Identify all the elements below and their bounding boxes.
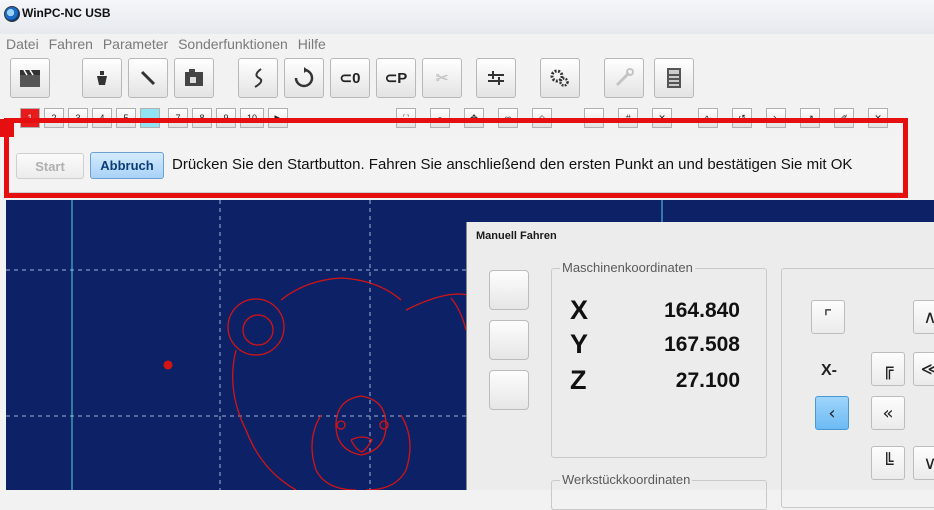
layer-5-button[interactable]: 5 (116, 108, 136, 128)
window-title: WinPC-NC USB (22, 6, 111, 20)
axis-x-label: X (570, 295, 589, 325)
side-button-1[interactable] (489, 270, 529, 310)
fit-view-icon[interactable]: ⛶ (396, 108, 416, 128)
layer-9-button[interactable]: 9 (216, 108, 236, 128)
machine-coords-label: Maschinenkoordinaten (560, 260, 695, 275)
abort-button[interactable]: Abbruch (90, 152, 164, 179)
instruction-text: Drücken Sie den Startbutton. Fahren Sie … (172, 156, 853, 173)
app-logo-icon (4, 6, 20, 22)
x-coordinate: 164.840 (664, 299, 740, 322)
layer-2-button[interactable]: 2 (44, 108, 64, 128)
dim-tool-icon[interactable]: ✕ (868, 108, 888, 128)
manual-move-panel: Manuell Fahren Maschinenkoordinaten X 16… (466, 222, 934, 510)
z-coordinate: 27.100 (675, 369, 740, 392)
down-arrow-icon[interactable]: ↘ (766, 108, 786, 128)
pencil-icon[interactable]: ✐ (834, 108, 854, 128)
machine-coords-group: Maschinenkoordinaten X 164.840 Y 167.508… (551, 260, 767, 458)
secondary-toolbar: 1 2 3 4 5 7 8 9 10 ▶ ⛶ ⌕ ✥ ∞ ◇ ▬ # ✕ ∿ ↺… (6, 108, 934, 130)
cut-icon[interactable]: ✕ (652, 108, 672, 128)
side-button-3[interactable] (489, 370, 529, 410)
wrench-icon[interactable] (604, 58, 644, 98)
workpiece-coords-label: Werkstückkoordinaten (560, 472, 693, 487)
layer-7-button[interactable]: 7 (168, 108, 188, 128)
title-bar: WinPC-NC USB (0, 0, 934, 34)
menu-parameter[interactable]: Parameter (103, 36, 168, 52)
menu-bar: Datei Fahren Parameter Sonderfunktionen … (6, 36, 332, 54)
menu-sonderfunktionen[interactable]: Sonderfunktionen (178, 36, 288, 52)
start-button[interactable]: Start (16, 153, 84, 179)
jog-fast-up-icon[interactable]: ≪ (913, 352, 934, 386)
axis-z-label: Z (570, 365, 587, 395)
action-bar: Start Abbruch Drücken Sie den Startbutto… (6, 136, 906, 193)
wave-icon[interactable]: ∿ (698, 108, 718, 128)
panel-title: Manuell Fahren (476, 230, 557, 242)
calculator-icon[interactable] (654, 58, 694, 98)
jog-corner-bottom-left-icon[interactable]: ╚ (871, 446, 905, 480)
shape-icon[interactable]: ◇ (532, 108, 552, 128)
rotate-icon[interactable] (284, 58, 324, 98)
jog-fast-corner-icon[interactable]: ╔ (871, 352, 905, 386)
side-button-2[interactable] (489, 320, 529, 360)
layer-3-button[interactable]: 3 (68, 108, 88, 128)
goto-zero-icon[interactable]: ⊂0 (330, 58, 370, 98)
move-icon[interactable]: ✥ (464, 108, 484, 128)
play-icon[interactable]: ▶ (268, 108, 288, 128)
goto-park-icon[interactable]: ⊂P (376, 58, 416, 98)
pot-icon[interactable] (82, 58, 122, 98)
undo-icon[interactable]: ↺ (732, 108, 752, 128)
menu-fahren[interactable]: Fahren (49, 36, 93, 52)
path-icon[interactable] (238, 58, 278, 98)
zoom-icon[interactable]: ⌕ (430, 108, 450, 128)
camera-icon[interactable] (174, 58, 214, 98)
rect-icon[interactable]: ▬ (584, 108, 604, 128)
jog-corner-top-left-icon[interactable]: ⌜ (811, 300, 845, 334)
loop-icon[interactable]: ∞ (498, 108, 518, 128)
layer-1-button[interactable]: 1 (20, 108, 40, 128)
jog-down-icon[interactable]: ∨ (913, 446, 934, 480)
workpiece-coords-group: Werkstückkoordinaten (551, 472, 767, 510)
layer-8-button[interactable]: 8 (192, 108, 212, 128)
jog-left-icon[interactable]: ‹ (815, 396, 849, 430)
menu-hilfe[interactable]: Hilfe (298, 36, 326, 52)
jog-up-icon[interactable]: ∧ (913, 300, 934, 334)
jog-controls-group (781, 268, 934, 508)
axis-y-label: Y (570, 329, 589, 359)
x-minus-label: X- (821, 362, 837, 379)
layer-10-button[interactable]: 10 (240, 108, 264, 128)
layer-4-button[interactable]: 4 (92, 108, 112, 128)
gears-icon[interactable] (540, 58, 580, 98)
pen-icon[interactable] (128, 58, 168, 98)
menu-datei[interactable]: Datei (6, 36, 39, 52)
clapper-icon[interactable] (10, 58, 50, 98)
main-toolbar: ⊂0 ⊂P ✂ (6, 58, 934, 102)
sliders-icon[interactable] (476, 58, 516, 98)
up-arrow-icon[interactable]: ↗ (800, 108, 820, 128)
layer-6-button[interactable] (140, 108, 160, 128)
tool-change-icon[interactable]: ✂ (422, 58, 462, 98)
grid-icon[interactable]: # (618, 108, 638, 128)
y-coordinate: 167.508 (664, 333, 740, 356)
jog-fast-left-icon[interactable]: « (871, 396, 905, 430)
